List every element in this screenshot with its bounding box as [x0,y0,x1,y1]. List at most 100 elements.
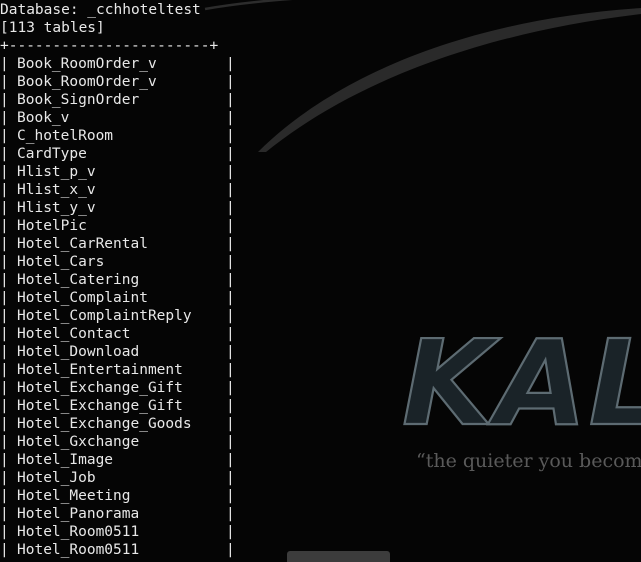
table-row: | Book_RoomOrder_v | [0,55,235,73]
table-row: | Hotel_ComplaintReply | [0,307,235,325]
row-right-border: | [226,488,235,504]
row-right-border: | [226,344,235,360]
terminal-window[interactable]: KALI “the quieter you become Database: _… [0,0,641,562]
table-row: | Hotel_Gxchange | [0,433,235,451]
table-row: | Hotel_Catering | [0,271,235,289]
table-name: Hotel_Exchange_Goods [17,416,192,432]
row-left-border: | [0,308,9,324]
table-name: Hotel_Exchange_Gift [17,380,183,396]
row-right-border: | [226,326,235,342]
row-left-border: | [0,380,9,396]
table-row: | Hotel_Room0511 | [0,523,235,541]
table-row: | Hotel_Exchange_Goods | [0,415,235,433]
row-right-border: | [226,254,235,270]
row-left-border: | [0,218,9,234]
row-left-border: | [0,110,9,126]
row-left-border: | [0,542,9,558]
table-row: | Hotel_Job | [0,469,235,487]
table-row: | Book_RoomOrder_v | [0,73,235,91]
table-row: | Hotel_Entertainment | [0,361,235,379]
table-name: Book_v [17,110,70,126]
row-right-border: | [226,542,235,558]
table-row: | Hotel_Panorama | [0,505,235,523]
row-left-border: | [0,200,9,216]
table-name: Hotel_Catering [17,272,140,288]
table-row: | Book_SignOrder | [0,91,235,109]
row-right-border: | [226,398,235,414]
row-right-border: | [226,290,235,306]
database-line: Database: _cchhoteltest [0,2,201,18]
table-row: | Hotel_CarRental | [0,235,235,253]
row-right-border: | [226,74,235,90]
table-row: | Hotel_Complaint | [0,289,235,307]
row-right-border: | [226,182,235,198]
table-name: Hotel_Exchange_Gift [17,398,183,414]
row-right-border: | [226,200,235,216]
scrollbar-handle[interactable] [287,551,390,562]
table-name: Book_SignOrder [17,92,140,108]
row-left-border: | [0,74,9,90]
table-name: Hotel_Complaint [17,290,148,306]
row-left-border: | [0,326,9,342]
table-name: Hlist_p_v [17,164,96,180]
table-name: Hotel_Meeting [17,488,131,504]
table-name: Hotel_Cars [17,254,105,270]
row-right-border: | [226,56,235,72]
terminal-output: Database: _cchhoteltest [113 tables] +--… [0,1,235,559]
table-row: | Hotel_Cars | [0,253,235,271]
row-left-border: | [0,182,9,198]
table-row: | Hotel_Exchange_Gift | [0,379,235,397]
table-name: Hotel_Room0511 [17,542,140,558]
table-count-line: [113 tables] [0,20,105,36]
row-right-border: | [226,218,235,234]
row-right-border: | [226,146,235,162]
table-row: | Hotel_Exchange_Gift | [0,397,235,415]
table-row: | Hotel_Contact | [0,325,235,343]
row-left-border: | [0,398,9,414]
kali-logo: KALI [402,314,641,452]
table-name: Hotel_CarRental [17,236,148,252]
row-right-border: | [226,452,235,468]
row-right-border: | [226,506,235,522]
row-right-border: | [226,110,235,126]
row-left-border: | [0,524,9,540]
row-left-border: | [0,362,9,378]
row-left-border: | [0,128,9,144]
table-name: Hotel_ComplaintReply [17,308,192,324]
table-row: | Hotel_Download | [0,343,235,361]
table-row: | Hlist_p_v | [0,163,235,181]
table-row: | Hlist_y_v | [0,199,235,217]
row-right-border: | [226,524,235,540]
row-right-border: | [226,434,235,450]
dragon-swoosh-arc [258,8,641,152]
row-left-border: | [0,164,9,180]
row-left-border: | [0,470,9,486]
table-name: Hotel_Image [17,452,114,468]
row-left-border: | [0,416,9,432]
row-left-border: | [0,56,9,72]
table-row: | Book_v | [0,109,235,127]
table-name: HotelPic [17,218,87,234]
table-name: Hlist_y_v [17,200,96,216]
row-left-border: | [0,506,9,522]
row-right-border: | [226,308,235,324]
row-right-border: | [226,92,235,108]
row-right-border: | [226,236,235,252]
row-left-border: | [0,290,9,306]
row-left-border: | [0,452,9,468]
row-left-border: | [0,92,9,108]
row-right-border: | [226,362,235,378]
table-name: Hotel_Room0511 [17,524,140,540]
table-name: CardType [17,146,87,162]
row-right-border: | [226,416,235,432]
row-left-border: | [0,254,9,270]
table-name: Hotel_Job [17,470,96,486]
table-name: Hlist_x_v [17,182,96,198]
row-right-border: | [226,272,235,288]
table-name: Book_RoomOrder_v [17,56,157,72]
table-row: | Hotel_Room0511 | [0,541,235,559]
row-right-border: | [226,470,235,486]
kali-tagline: “the quieter you become [416,450,641,472]
row-left-border: | [0,146,9,162]
table-row: | Hotel_Image | [0,451,235,469]
